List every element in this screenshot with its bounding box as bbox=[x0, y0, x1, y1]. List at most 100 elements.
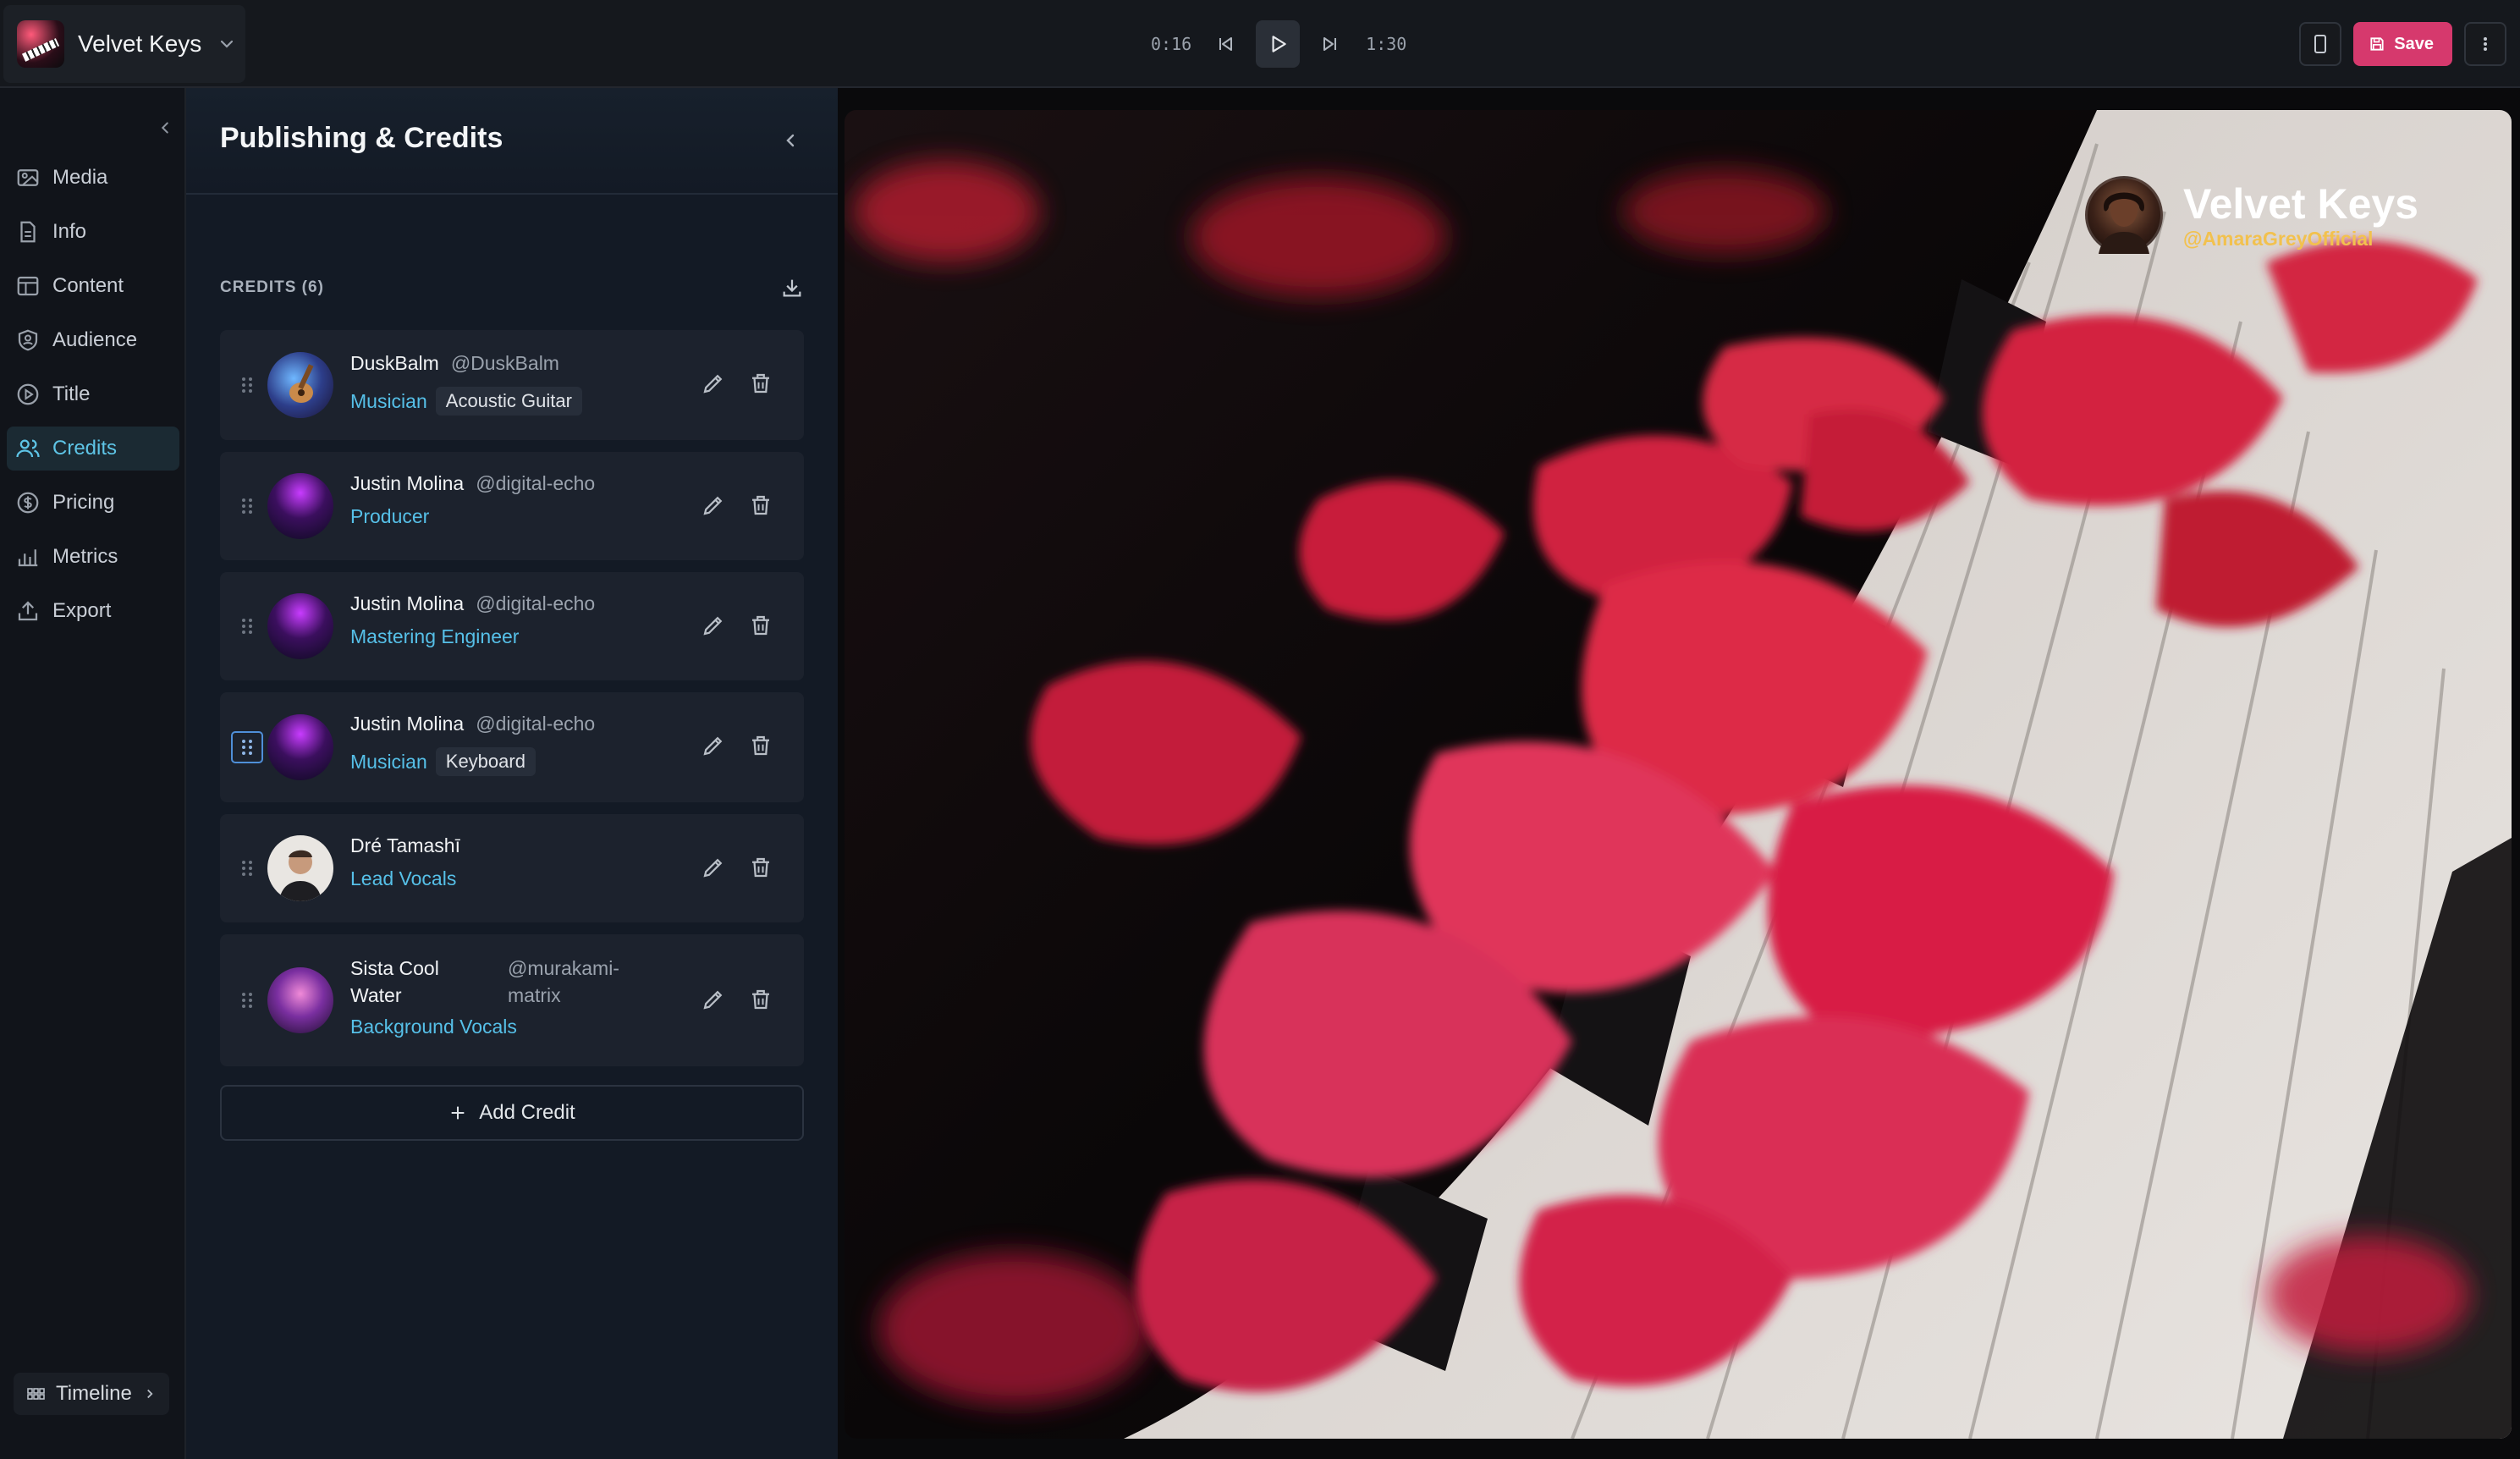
artist-portrait-icon bbox=[2099, 192, 2150, 254]
delete-icon[interactable] bbox=[748, 733, 773, 758]
transport-controls: 0:16 1:30 bbox=[1151, 19, 1406, 69]
skip-forward-button[interactable] bbox=[1308, 20, 1352, 68]
nav-item-title[interactable]: Title bbox=[7, 372, 179, 416]
credit-role: Musician bbox=[350, 389, 427, 412]
credit-details: Dré Tamashī Lead Vocals bbox=[350, 834, 460, 890]
shield-user-icon bbox=[18, 329, 38, 351]
credit-handle: @murakami- bbox=[508, 957, 619, 979]
credit-details: Justin Molina @digital-echo Producer bbox=[350, 472, 595, 528]
delete-icon[interactable] bbox=[748, 987, 773, 1012]
credit-instrument: Acoustic Guitar bbox=[435, 387, 582, 416]
credit-actions bbox=[701, 613, 773, 638]
nav-label: Content bbox=[52, 274, 124, 297]
edit-icon[interactable] bbox=[701, 493, 726, 518]
panel-header: Publishing & Credits bbox=[186, 88, 838, 195]
save-label: Save bbox=[2394, 34, 2434, 53]
avatar bbox=[267, 967, 333, 1033]
drag-handle[interactable] bbox=[235, 494, 259, 518]
drag-handle[interactable] bbox=[235, 614, 259, 638]
edit-icon[interactable] bbox=[701, 733, 726, 758]
credit-name: Dré Tamashī bbox=[350, 834, 460, 856]
nav-label: Media bbox=[52, 166, 108, 189]
play-icon bbox=[1272, 36, 1286, 52]
save-button[interactable]: Save bbox=[2353, 22, 2452, 66]
more-vertical-icon bbox=[2484, 37, 2487, 51]
credit-card[interactable]: Justin Molina @digital-echo Producer bbox=[220, 452, 804, 560]
top-bar: Velvet Keys 0:16 1:30 Save bbox=[0, 0, 2520, 88]
timeline-label: Timeline bbox=[56, 1382, 132, 1405]
nav-label: Pricing bbox=[52, 491, 115, 514]
drag-handle-icon bbox=[242, 498, 252, 514]
download-icon[interactable] bbox=[780, 276, 804, 300]
nav-item-info[interactable]: Info bbox=[7, 210, 179, 254]
skip-back-button[interactable] bbox=[1203, 20, 1247, 68]
delete-icon[interactable] bbox=[748, 613, 773, 638]
edit-icon[interactable] bbox=[701, 987, 726, 1012]
credit-name: Sista Cool bbox=[350, 957, 439, 979]
project-thumbnail bbox=[17, 20, 64, 68]
delete-icon[interactable] bbox=[748, 855, 773, 880]
edit-icon[interactable] bbox=[701, 371, 726, 396]
nav-item-metrics[interactable]: Metrics bbox=[7, 535, 179, 579]
nav-item-content[interactable]: Content bbox=[7, 264, 179, 308]
delete-icon[interactable] bbox=[748, 371, 773, 396]
nav-item-media[interactable]: Media bbox=[7, 156, 179, 200]
credit-card[interactable]: Justin Molina @digital-echo Mastering Eng… bbox=[220, 572, 804, 680]
header-actions: Save bbox=[2299, 22, 2506, 66]
grid-icon bbox=[27, 1388, 45, 1400]
credit-card[interactable]: Sista Cool Water @murakami- matrix Backg… bbox=[220, 934, 804, 1066]
credits-section-header: CREDITS (6) bbox=[220, 271, 804, 305]
drag-handle[interactable] bbox=[235, 373, 259, 397]
credit-card[interactable]: Dré Tamashī Lead Vocals bbox=[220, 814, 804, 922]
bar-chart-icon bbox=[18, 549, 38, 567]
drag-handle-icon bbox=[242, 377, 252, 393]
nav-item-export[interactable]: Export bbox=[7, 589, 179, 633]
overlay-text: Velvet Keys @AmaraGreyOfficial bbox=[2183, 180, 2418, 251]
credit-details: DuskBalm @DuskBalm Musician Acoustic Guita… bbox=[350, 352, 582, 416]
nav-item-pricing[interactable]: Pricing bbox=[7, 481, 179, 525]
device-preview-button[interactable] bbox=[2299, 22, 2342, 66]
drag-handle[interactable] bbox=[235, 988, 259, 1012]
credit-instrument: Keyboard bbox=[435, 747, 536, 776]
credits-panel: Publishing & Credits CREDITS (6) DuskBal… bbox=[186, 88, 838, 1459]
piano-petals-image bbox=[853, 110, 2512, 1439]
credit-actions bbox=[701, 733, 773, 758]
add-credit-button[interactable]: Add Credit bbox=[220, 1085, 804, 1141]
credit-details: Justin Molina @digital-echo Musician Keybo… bbox=[350, 713, 595, 776]
credit-card[interactable]: Justin Molina @digital-echo Musician Keybo… bbox=[220, 692, 804, 802]
overlay-title: Velvet Keys bbox=[2183, 179, 2418, 228]
save-icon bbox=[2370, 37, 2384, 51]
collapse-sidebar-icon[interactable] bbox=[156, 118, 174, 137]
credit-handle: @digital-echo bbox=[476, 472, 596, 494]
credit-role: Producer bbox=[350, 505, 430, 527]
edit-icon[interactable] bbox=[701, 855, 726, 880]
artist-avatar bbox=[2085, 176, 2164, 254]
more-options-button[interactable] bbox=[2464, 22, 2506, 66]
edit-icon[interactable] bbox=[701, 613, 726, 638]
upload-icon bbox=[18, 601, 38, 621]
avatar bbox=[267, 352, 333, 418]
nav-item-credits[interactable]: Credits bbox=[7, 427, 179, 471]
total-time: 1:30 bbox=[1366, 34, 1407, 54]
credits-count-label: CREDITS (6) bbox=[220, 278, 324, 296]
dollar-circle-icon bbox=[17, 492, 39, 514]
drag-handle[interactable] bbox=[231, 731, 263, 763]
drag-handle[interactable] bbox=[235, 856, 259, 880]
preview-canvas[interactable]: Velvet Keys @AmaraGreyOfficial bbox=[845, 110, 2512, 1439]
delete-icon[interactable] bbox=[748, 493, 773, 518]
nav-label: Audience bbox=[52, 328, 138, 351]
play-button[interactable] bbox=[1256, 20, 1301, 68]
nav-item-audience[interactable]: Audience bbox=[7, 318, 179, 362]
credit-role: Mastering Engineer bbox=[350, 625, 520, 647]
credit-name: Justin Molina bbox=[350, 592, 465, 614]
credit-name-continued: Water bbox=[350, 984, 402, 1006]
credit-card[interactable]: DuskBalm @DuskBalm Musician Acoustic Guita… bbox=[220, 330, 804, 440]
chevron-down-icon bbox=[221, 40, 234, 48]
credits-list: DuskBalm @DuskBalm Musician Acoustic Guita… bbox=[220, 330, 804, 1078]
phone-icon bbox=[2314, 35, 2327, 53]
timeline-button[interactable]: Timeline bbox=[14, 1373, 169, 1415]
project-switcher[interactable]: Velvet Keys bbox=[3, 5, 245, 83]
close-panel-icon[interactable] bbox=[780, 130, 801, 151]
credit-name: Justin Molina bbox=[350, 472, 465, 494]
nav-label: Export bbox=[52, 599, 112, 622]
